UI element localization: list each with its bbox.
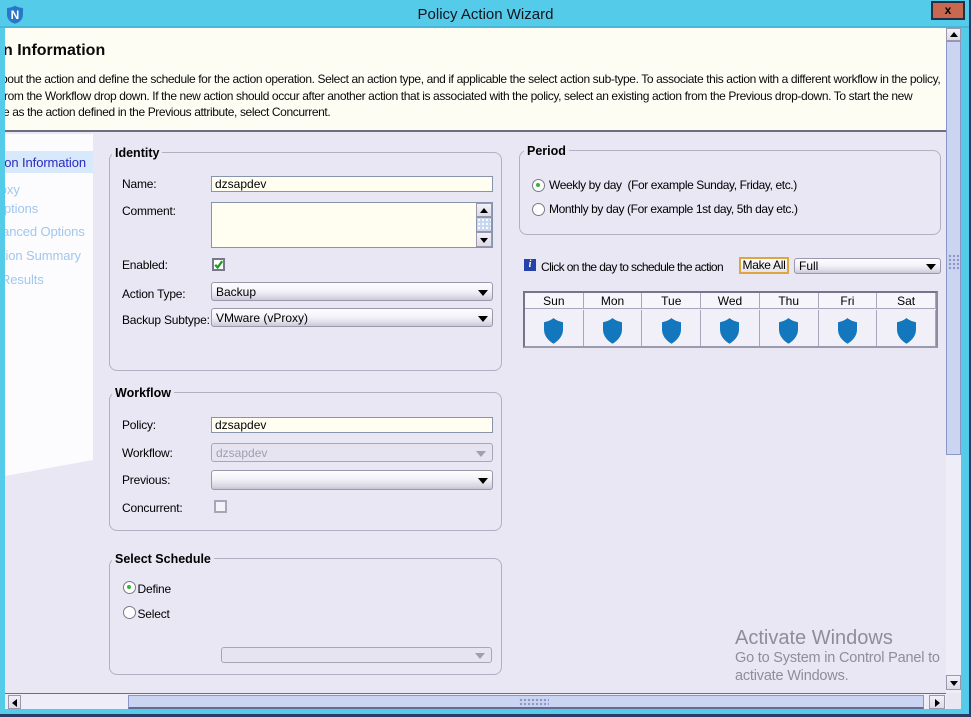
svg-text:N: N [11, 8, 20, 22]
